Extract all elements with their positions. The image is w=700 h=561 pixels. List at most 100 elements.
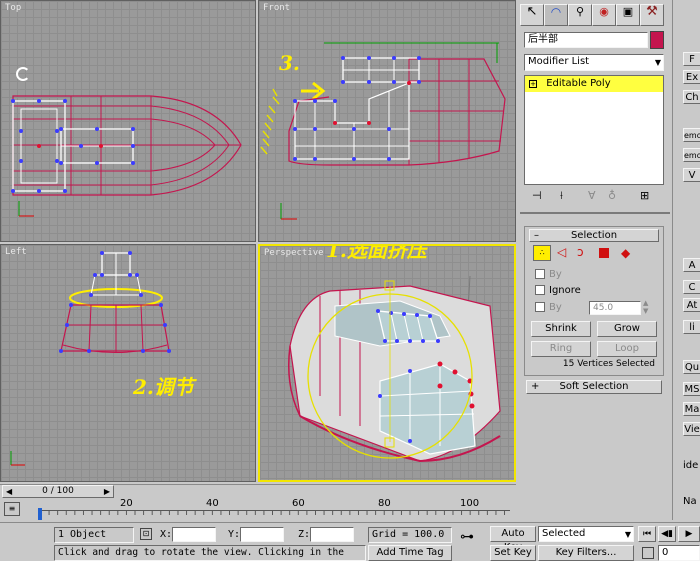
shrink-button[interactable]: Shrink — [531, 321, 591, 337]
clipped-button-1[interactable]: Ex — [683, 70, 700, 84]
track-bar[interactable]: ≡ 20 40 60 80 100 — [0, 498, 516, 522]
clipped-panel-strip: F Ex Ch emo emo V A C At li Qu MS Ma Vie… — [672, 0, 700, 520]
play-button[interactable]: ▶ — [678, 526, 700, 542]
vertex-mode-button[interactable]: ∴ — [533, 245, 551, 261]
object-color-swatch[interactable] — [650, 31, 664, 49]
modifier-stack[interactable]: + Editable Poly — [524, 75, 664, 185]
clipped-button-6[interactable]: A — [683, 258, 700, 272]
key-mode-toggle-icon[interactable] — [642, 547, 654, 559]
element-mode-icon[interactable]: ◆ — [621, 246, 630, 260]
key-set-dropdown[interactable]: Selected ▼ — [538, 526, 634, 542]
object-name-field[interactable]: 后半部 — [524, 32, 648, 48]
viewport-front[interactable]: Front 3. — [258, 0, 516, 242]
clipped-label-15: Na — [683, 496, 697, 507]
clipped-button-0[interactable]: F — [683, 52, 700, 66]
key-set-value: Selected — [542, 528, 586, 539]
loop-button[interactable]: Loop — [597, 341, 657, 357]
z-label: Z: — [298, 529, 311, 540]
lock-selection-icon[interactable]: ⊡ — [140, 528, 152, 540]
ring-button[interactable]: Ring — [531, 341, 591, 357]
modifier-list-label: Modifier List — [528, 56, 590, 67]
auto-key-button[interactable]: Auto Key — [490, 526, 536, 553]
clipped-button-13[interactable]: Vie — [683, 422, 700, 436]
selection-title: Selection — [570, 230, 618, 241]
viewport-perspective[interactable]: Perspective 1.选面挤压 — [258, 244, 516, 482]
track-ruler — [40, 510, 510, 520]
collapse-icon: – — [534, 230, 539, 241]
object-count: 1 Object — [54, 527, 134, 543]
selection-rollout-header[interactable]: – Selection — [529, 229, 659, 242]
remove-modifier-icon[interactable]: ♁ — [608, 189, 616, 202]
y-coord-field[interactable] — [240, 527, 284, 542]
clipped-button-7[interactable]: C — [683, 280, 700, 294]
ignore-backfacing-checkbox[interactable]: Ignore — [535, 285, 581, 296]
clipped-button-11[interactable]: MS — [683, 382, 700, 396]
edge-mode-icon[interactable]: ◁ — [557, 245, 566, 259]
clipped-button-9[interactable]: li — [683, 320, 700, 334]
spinner-arrows-icon[interactable]: ▲ ▼ — [643, 299, 648, 315]
next-frame-icon: ▶ — [103, 487, 110, 496]
clipped-button-5[interactable]: V — [683, 168, 700, 182]
by-vertex-checkbox[interactable]: By — [535, 269, 562, 280]
current-frame-field[interactable]: 0 — [658, 545, 700, 561]
key-mode-icon[interactable]: ⊶ — [460, 529, 474, 545]
expand-icon[interactable]: + — [529, 80, 537, 88]
left-view-wireframe — [10, 251, 171, 466]
ignore-label: Ignore — [549, 285, 581, 296]
make-unique-icon[interactable]: ∀ — [588, 189, 596, 202]
status-bar: 1 Object ⊡ X: Y: Z: Grid = 100.0 ⊶ Auto … — [0, 522, 700, 561]
utilities-tab-icon[interactable]: ⚒ — [640, 4, 664, 26]
pin-stack-icon[interactable]: ⊣ — [532, 189, 542, 202]
viewport-left[interactable]: Left 2.调节 — [0, 244, 256, 482]
clipped-button-3[interactable]: emo — [683, 128, 700, 142]
soft-selection-rollout-header[interactable]: + Soft Selection — [526, 380, 662, 394]
dropdown-arrow-icon: ▼ — [624, 530, 631, 539]
modify-tab-icon[interactable]: ◠ — [544, 4, 568, 26]
grid-size: Grid = 100.0 — [368, 527, 452, 543]
z-coord-field[interactable] — [310, 527, 354, 542]
stack-tools: ⊣ ⟊ ∀ ♁ ⊞ — [524, 187, 664, 207]
clipped-button-2[interactable]: Ch — [683, 90, 700, 104]
angle-spinner[interactable]: 45.0 — [589, 301, 641, 315]
motion-tab-icon[interactable]: ◉ — [592, 4, 616, 26]
configure-sets-icon[interactable]: ⊞ — [640, 189, 649, 202]
modifier-list-dropdown[interactable]: Modifier List ▼ — [524, 54, 664, 71]
clipped-label-14: ide — [683, 460, 699, 471]
top-view-wireframe — [11, 95, 242, 217]
key-filters-button[interactable]: Key Filters... — [538, 545, 634, 561]
track-bar-menu-icon[interactable]: ≡ — [4, 502, 20, 516]
x-label: X: — [160, 529, 173, 540]
hierarchy-tab-icon[interactable]: ⚲ — [568, 4, 592, 26]
prev-key-button[interactable]: ◀▮ — [658, 526, 676, 542]
display-tab-icon[interactable]: ▣ — [616, 4, 640, 26]
clipped-button-12[interactable]: Ma — [683, 402, 700, 416]
tick-label: 20 — [120, 498, 133, 509]
border-mode-icon[interactable]: ↄ — [577, 245, 584, 259]
clipped-button-10[interactable]: Qu — [683, 360, 700, 374]
create-tab-icon[interactable]: ↖ — [520, 4, 544, 26]
grow-button[interactable]: Grow — [597, 321, 657, 337]
prompt-line: Click and drag to rotate the view. Click… — [54, 545, 366, 561]
panel-tabs: ↖ ◠ ⚲ ◉ ▣ ⚒ — [520, 4, 670, 28]
soft-selection-title: Soft Selection — [559, 381, 629, 392]
clipped-button-8[interactable]: At — [683, 298, 700, 312]
go-to-start-button[interactable]: ⏮ — [638, 526, 656, 542]
by-angle-checkbox[interactable]: By — [535, 302, 562, 313]
selection-status: 15 Vertices Selected — [562, 359, 655, 369]
divider — [520, 212, 670, 214]
prev-frame-icon: ◀ — [6, 487, 13, 496]
viewport-top[interactable]: Top — [0, 0, 256, 242]
dropdown-arrow-icon: ▼ — [654, 58, 661, 67]
set-key-button[interactable]: Set Key — [490, 545, 536, 561]
time-slider-bar[interactable]: ◀ 0 / 100 ▶ — [0, 484, 516, 498]
tick-label: 40 — [206, 498, 219, 509]
add-time-tag-button[interactable]: Add Time Tag — [368, 545, 452, 561]
x-coord-field[interactable] — [172, 527, 216, 542]
stack-item-editable-poly[interactable]: + Editable Poly — [525, 76, 663, 92]
time-slider-label: 0 / 100 — [42, 486, 74, 496]
clipped-button-4[interactable]: emo — [683, 148, 700, 162]
stack-item-label: Editable Poly — [546, 78, 611, 89]
time-slider[interactable]: ◀ 0 / 100 ▶ — [2, 485, 114, 498]
show-end-result-icon[interactable]: ⟊ — [560, 189, 563, 203]
polygon-mode-icon[interactable] — [599, 248, 609, 258]
